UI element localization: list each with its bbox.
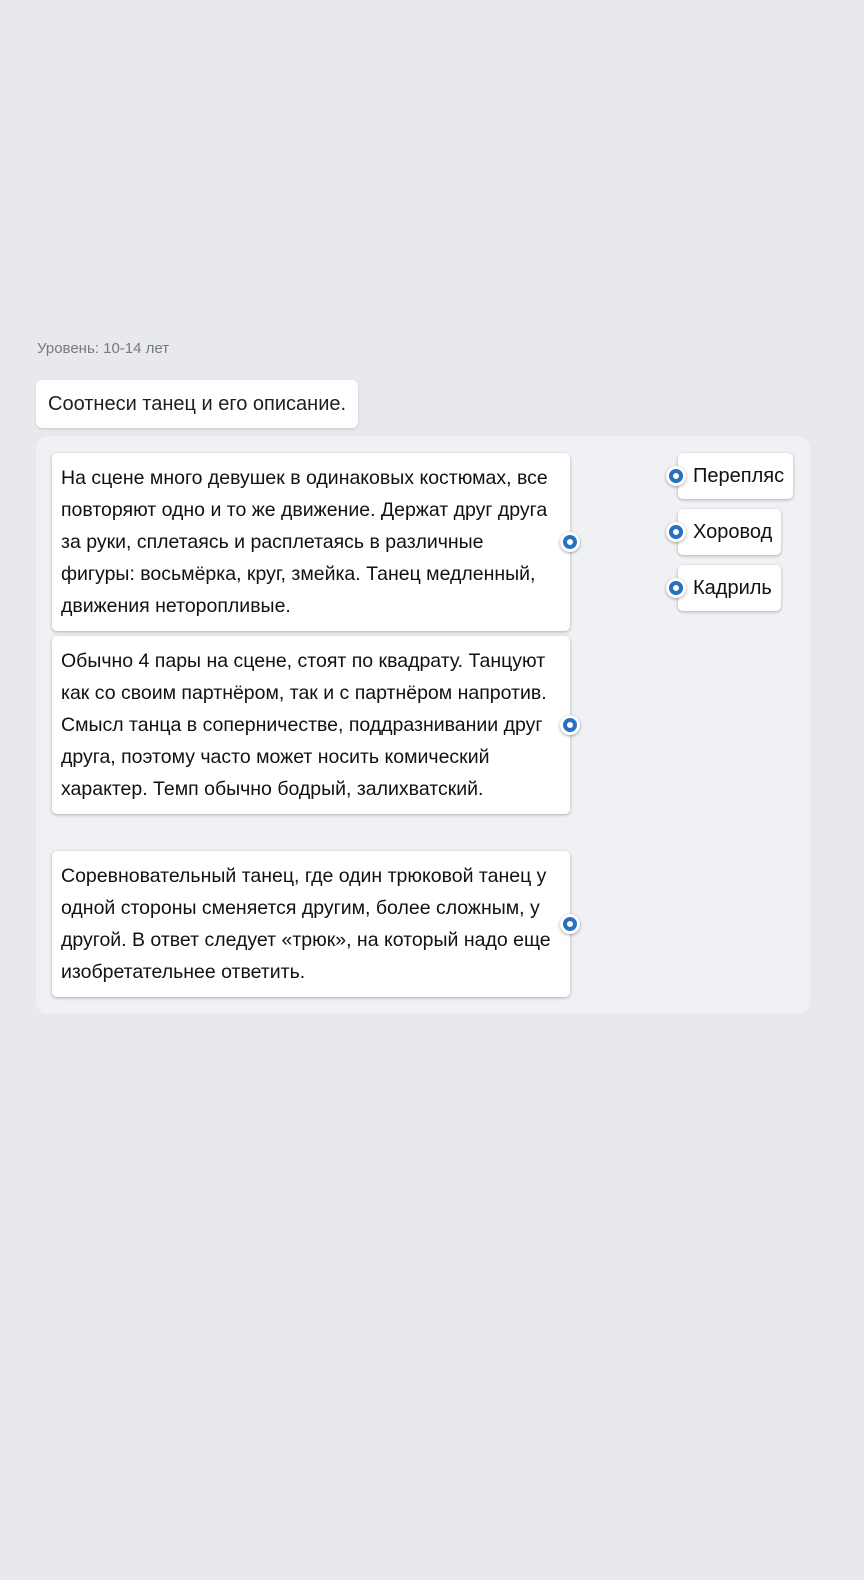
connector-dot-icon[interactable] (666, 578, 686, 598)
connector-dot-icon[interactable] (666, 522, 686, 542)
connector-dot-icon[interactable] (560, 532, 580, 552)
description-card-3[interactable]: Соревновательный танец, где один трюково… (52, 851, 580, 997)
description-text: На сцене много девушек в одинаковых кост… (61, 467, 548, 617)
level-label: Уровень: 10-14 лет (37, 340, 170, 357)
question-prompt: Соотнеси танец и его описание. (36, 380, 359, 428)
connector-dot-icon[interactable] (560, 914, 580, 934)
connector-dot-icon[interactable] (560, 715, 580, 735)
description-text: Соревновательный танец, где один трюково… (61, 865, 551, 983)
option-card-pereplyas[interactable]: Перепляс (666, 453, 794, 499)
description-card-1[interactable]: На сцене много девушек в одинаковых кост… (52, 453, 580, 631)
option-label: Перепляс (693, 465, 785, 487)
option-label: Хоровод (693, 521, 773, 543)
option-card-khorovod[interactable]: Хоровод (666, 509, 782, 555)
option-card-kadril[interactable]: Кадриль (666, 565, 781, 611)
option-label: Кадриль (693, 577, 772, 599)
description-text: Обычно 4 пары на сцене, стоят по квадрат… (61, 650, 547, 800)
description-card-2[interactable]: Обычно 4 пары на сцене, стоят по квадрат… (52, 636, 580, 814)
matching-panel: На сцене много девушек в одинаковых кост… (36, 436, 810, 1014)
connector-dot-icon[interactable] (666, 466, 686, 486)
